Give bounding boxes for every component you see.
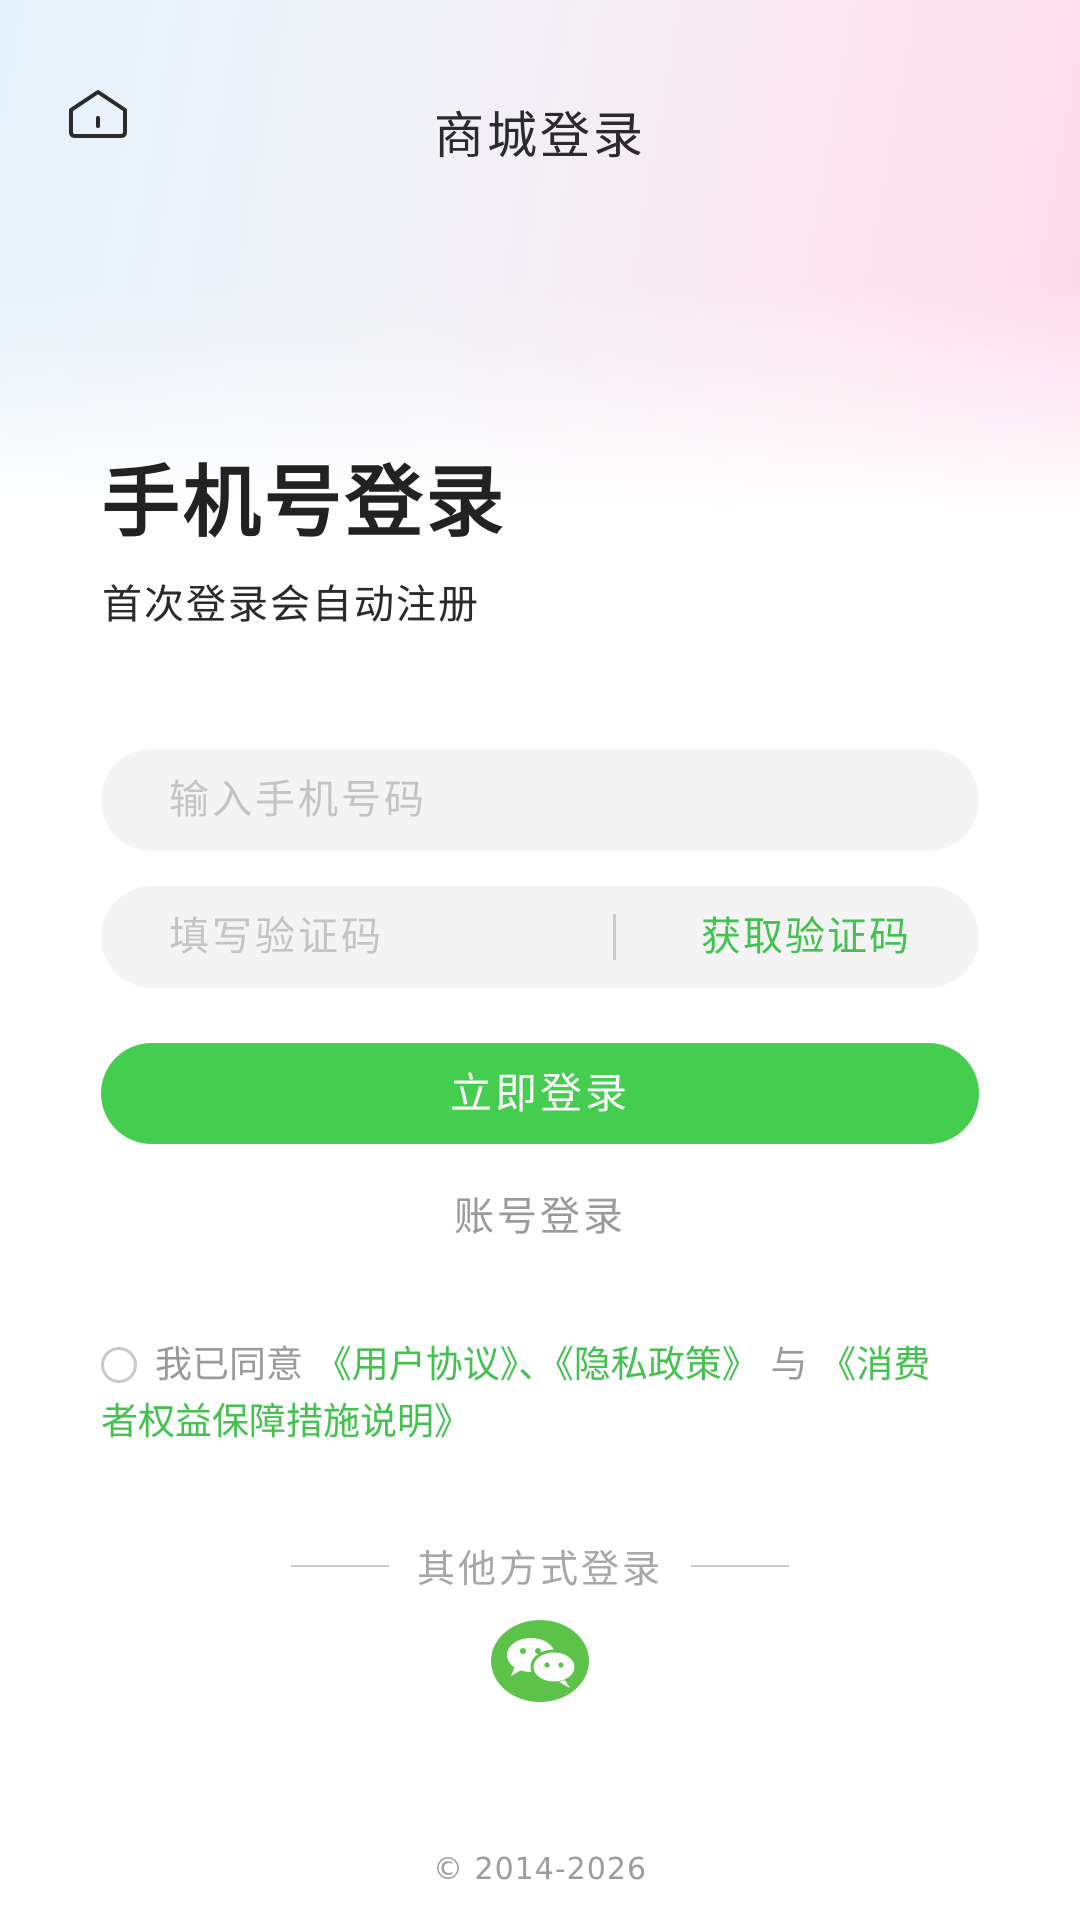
agreement-conjunction: 与	[770, 1343, 808, 1386]
verification-code-field: 获取验证码	[101, 886, 979, 988]
divider-line-left	[290, 1564, 389, 1567]
page-title: 商城登录	[434, 107, 646, 165]
login-heading: 手机号登录	[102, 458, 508, 548]
wechat-icon	[507, 1638, 578, 1688]
privacy-policy-link[interactable]: 《隐私政策》	[555, 1343, 759, 1386]
agreement: 我已同意 《用户协议》、《隐私政策》 与 《消费者权益保障措施说明》	[101, 1336, 961, 1450]
field-divider	[613, 914, 616, 960]
phone-input[interactable]	[169, 749, 949, 851]
get-code-button[interactable]: 获取验证码	[701, 886, 911, 988]
account-login-row: 账号登录	[0, 1184, 1080, 1242]
copyright: © 2014-2026	[432, 1852, 648, 1887]
other-login-divider: 其他方式登录	[0, 1538, 1080, 1593]
agree-checkbox[interactable]	[101, 1347, 137, 1383]
wechat-login-button[interactable]	[491, 1620, 589, 1702]
phone-field	[101, 749, 979, 851]
divider-line-right	[691, 1564, 789, 1567]
agreement-separator: 、	[518, 1343, 556, 1386]
verification-code-input[interactable]	[169, 886, 599, 988]
other-login-title: 其他方式登录	[416, 1547, 663, 1591]
login-page: 商城登录 手机号登录 首次登录会自动注册 获取验证码 立即登录 账号登录 我已同…	[0, 0, 1080, 1920]
agreement-prefix: 我已同意	[155, 1343, 303, 1386]
account-login-link[interactable]: 账号登录	[454, 1194, 626, 1240]
login-subheading: 首次登录会自动注册	[102, 582, 480, 628]
login-button[interactable]: 立即登录	[101, 1043, 979, 1144]
user-agreement-link[interactable]: 《用户协议》	[315, 1343, 519, 1386]
